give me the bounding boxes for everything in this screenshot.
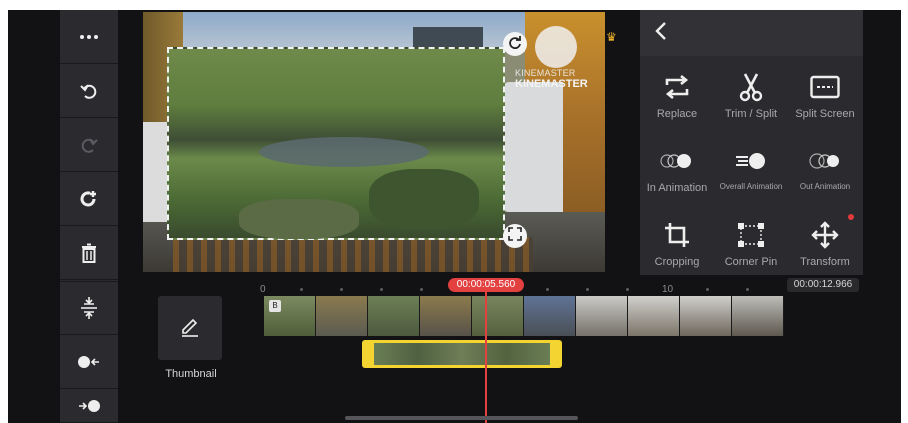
trim-split-button[interactable]: Trim / Split bbox=[714, 58, 788, 130]
pencil-icon bbox=[179, 315, 201, 342]
replace-button[interactable]: Replace bbox=[640, 58, 714, 130]
overlay-shrub bbox=[239, 199, 359, 239]
ruler-tick bbox=[300, 288, 303, 291]
split-vertical-icon bbox=[80, 297, 98, 319]
cropping-button[interactable]: Cropping bbox=[640, 206, 714, 278]
clip-frame bbox=[732, 296, 784, 336]
undo-button[interactable] bbox=[60, 64, 118, 118]
layer-clip-frames bbox=[374, 343, 550, 365]
video-preview[interactable]: KINEMASTER KINEMASTER bbox=[143, 12, 605, 272]
jump-end-icon bbox=[77, 399, 101, 413]
background-fence bbox=[143, 122, 167, 222]
playhead[interactable] bbox=[485, 288, 487, 423]
out-animation-label: Out Animation bbox=[799, 182, 851, 191]
split-screen-button[interactable]: Split Screen bbox=[788, 58, 862, 130]
clip-frame bbox=[420, 296, 472, 336]
ruler-tick bbox=[706, 288, 709, 291]
corner-pin-button[interactable]: Corner Pin bbox=[714, 206, 788, 278]
overall-animation-label: Overall Animation bbox=[719, 182, 783, 191]
redo-icon bbox=[79, 135, 99, 155]
ruler-tick bbox=[586, 288, 589, 291]
thumbnail-label: Thumbnail bbox=[165, 368, 217, 380]
ruler-tick bbox=[626, 288, 629, 291]
ruler-tick bbox=[546, 288, 549, 291]
jump-end-button[interactable] bbox=[60, 389, 118, 423]
crop-icon bbox=[664, 218, 690, 252]
jump-start-icon bbox=[77, 355, 101, 369]
expand-icon bbox=[508, 226, 522, 246]
watermark-text-small: KINEMASTER bbox=[515, 68, 576, 78]
background-van bbox=[503, 82, 563, 212]
in-animation-button[interactable]: In Animation bbox=[640, 132, 714, 204]
rotate-plus-icon bbox=[78, 188, 100, 210]
rotate-icon bbox=[508, 35, 522, 54]
replace-icon bbox=[664, 70, 690, 104]
ruler-tick bbox=[420, 288, 423, 291]
premium-crown-icon[interactable]: ♛ bbox=[606, 30, 617, 44]
ellipsis-icon bbox=[79, 34, 99, 40]
out-animation-button[interactable]: Out Animation bbox=[788, 132, 862, 204]
overlay-shrub bbox=[369, 169, 479, 229]
thumbnail-button[interactable] bbox=[158, 296, 222, 360]
total-duration-badge: 00:00:12.966 bbox=[787, 278, 859, 292]
in-animation-icon bbox=[660, 144, 694, 178]
background-leaves bbox=[173, 237, 533, 272]
clip-frame bbox=[628, 296, 680, 336]
ruler-label-10: 10 bbox=[662, 284, 674, 295]
rotate-add-button[interactable] bbox=[60, 172, 118, 226]
corner-pin-label: Corner Pin bbox=[724, 256, 778, 268]
ruler-label-0: 0 bbox=[260, 284, 266, 295]
more-menu-button[interactable] bbox=[60, 10, 118, 64]
clip-frame bbox=[316, 296, 368, 336]
ruler-tick bbox=[340, 288, 343, 291]
cropping-label: Cropping bbox=[654, 256, 700, 268]
main-video-clip[interactable] bbox=[264, 296, 784, 336]
watermark-text-large: KINEMASTER bbox=[515, 78, 588, 90]
clip-frame bbox=[472, 296, 524, 336]
panel-header bbox=[640, 10, 863, 56]
new-indicator-dot bbox=[848, 214, 854, 220]
transform-icon bbox=[811, 218, 839, 252]
transform-label: Transform bbox=[800, 256, 850, 268]
corner-pin-icon bbox=[737, 218, 765, 252]
clip-frame bbox=[524, 296, 576, 336]
overall-animation-button[interactable]: Overall Animation bbox=[714, 132, 788, 204]
split-view-button[interactable] bbox=[60, 281, 118, 335]
layer-tools-panel: Replace Trim / Split Split Screen In Ani… bbox=[640, 10, 863, 275]
jump-start-button[interactable] bbox=[60, 335, 118, 389]
rotate-handle[interactable] bbox=[503, 32, 527, 56]
delete-button[interactable] bbox=[60, 226, 118, 280]
undo-icon bbox=[79, 81, 99, 101]
redo-button[interactable] bbox=[60, 118, 118, 172]
watermark-logo bbox=[535, 26, 577, 68]
clip-badge: B bbox=[269, 300, 281, 312]
split-screen-label: Split Screen bbox=[795, 108, 855, 120]
time-ruler[interactable]: 0 10 bbox=[260, 284, 840, 296]
scissors-icon bbox=[739, 70, 763, 104]
chevron-left-icon[interactable] bbox=[654, 20, 668, 47]
trim-split-label: Trim / Split bbox=[724, 108, 778, 120]
clip-frame bbox=[368, 296, 420, 336]
overlay-pond bbox=[259, 137, 429, 167]
timeline-scrollbar[interactable] bbox=[345, 416, 578, 420]
trash-icon bbox=[81, 243, 97, 263]
selected-layer-overlay[interactable] bbox=[167, 47, 505, 240]
replace-label: Replace bbox=[656, 108, 698, 120]
clip-frame bbox=[680, 296, 732, 336]
resize-handle[interactable] bbox=[503, 224, 527, 248]
split-screen-icon bbox=[810, 70, 840, 104]
app-stage: KINEMASTER KINEMASTER ♛ Replace Trim / S… bbox=[8, 10, 901, 423]
in-animation-label: In Animation bbox=[646, 182, 708, 194]
ruler-tick bbox=[380, 288, 383, 291]
out-animation-icon bbox=[808, 144, 842, 178]
ruler-tick bbox=[746, 288, 749, 291]
clip-frame bbox=[576, 296, 628, 336]
overall-animation-icon bbox=[734, 144, 768, 178]
